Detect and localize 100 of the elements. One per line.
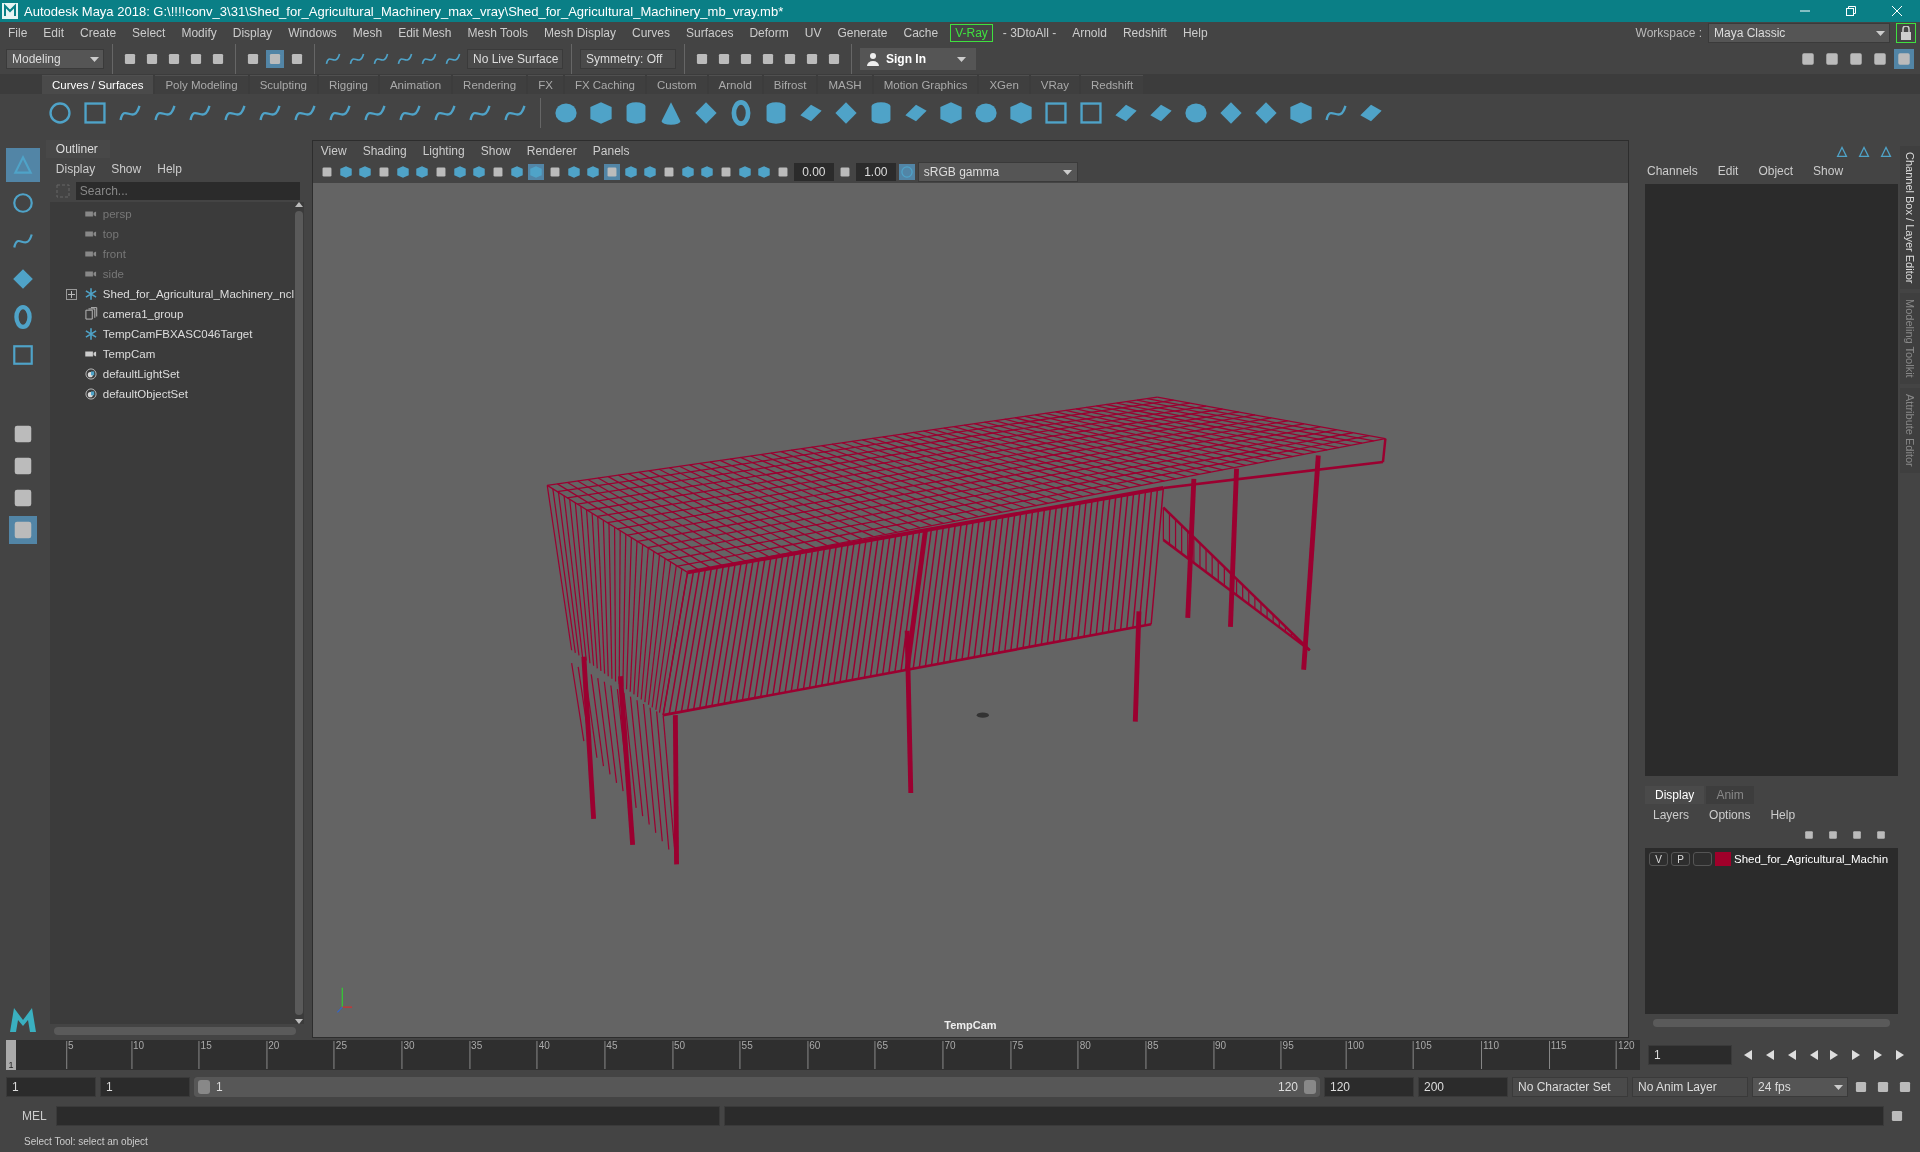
menu-item[interactable]: Mesh Display xyxy=(540,25,621,41)
menu-item[interactable]: Help xyxy=(1178,25,1212,41)
outliner-item[interactable]: TempCamFBXASC046Target xyxy=(49,324,294,344)
fps-dropdown[interactable]: 24 fps xyxy=(1752,1077,1848,1097)
scroll-down-icon[interactable] xyxy=(294,1019,303,1024)
shelf-tab[interactable]: Rigging xyxy=(318,75,378,94)
gamma-field[interactable]: 1.00 xyxy=(855,163,896,181)
layer-tab[interactable]: Anim xyxy=(1706,786,1754,804)
outliner-item[interactable]: defaultObjectSet xyxy=(49,384,294,404)
frame-tick: 5 xyxy=(66,1041,74,1069)
color-space-dropdown[interactable]: sRGB gamma xyxy=(917,162,1078,182)
mode-dropdown[interactable]: Modeling xyxy=(6,49,104,69)
layer-color-swatch[interactable] xyxy=(1715,852,1731,866)
workspace-dropdown[interactable]: Maya Classic xyxy=(1708,23,1890,43)
symmetry-field[interactable]: Symmetry: Off xyxy=(580,49,676,69)
live-surface-field[interactable]: No Live Surface xyxy=(467,49,563,69)
sign-in-button[interactable]: Sign In xyxy=(860,48,976,70)
frame-tick: 20 xyxy=(266,1041,280,1069)
menu-item[interactable]: Renderer xyxy=(526,144,577,158)
menu-item[interactable]: File xyxy=(4,25,32,41)
command-language-label[interactable]: MEL xyxy=(6,1109,52,1123)
color-management-icon[interactable] xyxy=(898,164,915,180)
close-icon xyxy=(1892,6,1902,16)
menu-item[interactable]: Layers xyxy=(1653,808,1690,822)
outliner-item[interactable]: camera1_group xyxy=(49,304,294,324)
current-frame-marker[interactable]: 1 xyxy=(6,1040,16,1070)
shelf-tab[interactable]: Poly Modeling xyxy=(155,75,248,94)
menu-item[interactable]: View xyxy=(320,144,347,158)
menu-item[interactable]: Edit xyxy=(1717,164,1739,178)
menu-item[interactable]: Shading xyxy=(362,144,407,158)
outliner-item[interactable]: Shed_for_Agricultural_Machinery_ncl xyxy=(49,284,294,304)
frame-tick: 110 xyxy=(1481,1041,1499,1069)
maya-logo-icon xyxy=(7,1006,38,1034)
menu-item[interactable]: Deform xyxy=(745,25,793,41)
end-time-field[interactable]: 200 xyxy=(1418,1077,1508,1097)
frame-tick: 90 xyxy=(1212,1041,1227,1069)
outliner-item[interactable]: TempCam xyxy=(49,344,294,364)
menu-item[interactable]: - 3DtoAll - xyxy=(998,25,1061,41)
anim-layer-field[interactable]: No Anim Layer xyxy=(1632,1077,1748,1097)
menu-item[interactable]: Channels xyxy=(1647,164,1698,178)
command-input-field[interactable] xyxy=(56,1106,720,1126)
shelf-tab[interactable]: Rendering xyxy=(453,75,527,94)
menu-item[interactable]: Lighting xyxy=(422,144,465,158)
shelf-tab[interactable]: Motion Graphics xyxy=(873,75,978,94)
window-title: Autodesk Maya 2018: G:\!!!!conv_3\31\Shed_for_Agricultural_Machinery_max_vray\Shed_for_Agricultural_Machinery_mb_vray.mb* xyxy=(24,3,785,19)
playback-start-field[interactable]: 1 xyxy=(100,1077,190,1097)
menu-item[interactable]: Help xyxy=(157,162,182,176)
menu-item[interactable]: Show xyxy=(111,162,142,176)
shelf-tab[interactable]: FX Caching xyxy=(564,75,645,94)
range-slider[interactable]: 1 120 xyxy=(194,1077,1320,1097)
expand-button[interactable] xyxy=(65,288,77,300)
menu-item[interactable]: Edit Mesh xyxy=(394,25,456,41)
lock-button[interactable] xyxy=(1896,23,1916,43)
menu-item[interactable]: Modify xyxy=(177,25,221,41)
playback-toggle[interactable]: P xyxy=(1671,852,1690,866)
menu-item[interactable]: Edit xyxy=(39,25,69,41)
visibility-toggle[interactable]: V xyxy=(1649,852,1668,866)
menu-item[interactable]: Cache xyxy=(899,25,943,41)
outliner-item[interactable]: defaultLightSet xyxy=(49,364,294,384)
shelf-tab[interactable]: Sculpting xyxy=(249,75,317,94)
scrollbar[interactable] xyxy=(293,202,304,1024)
axis-indicator-icon xyxy=(336,987,353,1013)
menu-item[interactable]: Display xyxy=(55,162,96,176)
tool-button[interactable] xyxy=(5,148,40,182)
exposure-field[interactable]: 0.00 xyxy=(793,163,834,181)
layer-tab[interactable]: Display xyxy=(1645,786,1705,804)
menu-item[interactable]: UV xyxy=(800,25,826,41)
menu-item[interactable]: Show xyxy=(480,144,511,158)
search-field[interactable]: Search... xyxy=(75,182,300,200)
playback-end-field[interactable]: 120 xyxy=(1324,1077,1414,1097)
menu-item[interactable]: Mesh Tools xyxy=(463,25,532,41)
outliner-tab[interactable]: Outliner xyxy=(45,140,110,158)
shelf-tab[interactable]: Curves / Surfaces xyxy=(42,75,154,94)
menu-item[interactable]: Options xyxy=(1709,808,1751,822)
start-time-field[interactable]: 1 xyxy=(6,1077,96,1097)
menu-item[interactable]: Surfaces xyxy=(682,25,738,41)
menu-item[interactable]: Help xyxy=(1770,808,1796,822)
shelf-tab[interactable]: VRay xyxy=(1030,75,1079,94)
display-type-toggle[interactable] xyxy=(1693,852,1712,866)
scroll-up-icon[interactable] xyxy=(294,202,303,207)
menu-item[interactable]: Panels xyxy=(592,144,630,158)
menu-item[interactable]: Select xyxy=(128,25,170,41)
time-slider[interactable]: 1 5 10 15 20 25 30 35 40 45 50 55 60 65 70 75 80 85 90 95 100 105 110 115 120 xyxy=(6,1040,1640,1070)
user-icon xyxy=(866,52,880,66)
menu-item[interactable]: Windows xyxy=(284,25,341,41)
menu-item[interactable]: Show xyxy=(1813,164,1844,178)
menu-item[interactable]: Redshift xyxy=(1118,25,1171,41)
layer-name[interactable]: Shed_for_Agricultural_Machin xyxy=(1734,853,1889,865)
frame-tick: 60 xyxy=(807,1041,821,1069)
side-tab[interactable]: Channel Box / Layer Editor xyxy=(1900,146,1920,290)
menu-item[interactable]: Display xyxy=(228,25,277,41)
menu-item[interactable]: Curves xyxy=(628,25,675,41)
set-icon xyxy=(83,387,98,401)
character-set-field[interactable]: No Character Set xyxy=(1512,1077,1628,1097)
menu-item[interactable]: Create xyxy=(76,25,121,41)
menu-item[interactable]: Object xyxy=(1758,164,1794,178)
menu-item[interactable]: Mesh xyxy=(348,25,387,41)
current-frame-field[interactable]: 1 xyxy=(1648,1045,1732,1065)
menu-item[interactable]: Arnold xyxy=(1068,25,1111,41)
menu-item[interactable]: Generate xyxy=(833,25,892,41)
